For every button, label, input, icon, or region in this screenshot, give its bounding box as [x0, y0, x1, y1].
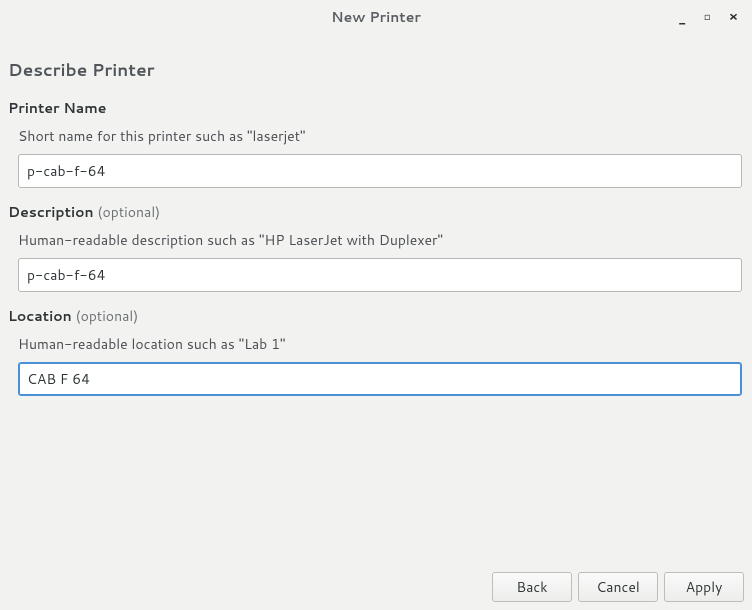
back-button[interactable]: Back [492, 572, 572, 602]
apply-button[interactable]: Apply [664, 572, 744, 602]
description-input[interactable] [18, 258, 742, 292]
printer-name-hint: Short name for this printer such as "las… [18, 126, 744, 146]
cancel-button[interactable]: Cancel [578, 572, 658, 602]
content-area: Describe Printer Printer Name Short name… [0, 34, 752, 564]
location-block: Location (optional) Human-readable locat… [8, 306, 744, 396]
description-block: Description (optional) Human-readable de… [8, 202, 744, 292]
page-title: Describe Printer [8, 58, 744, 82]
close-icon[interactable]: × [729, 11, 738, 24]
location-optional: (optional) [76, 306, 139, 326]
location-input[interactable] [18, 362, 742, 396]
printer-name-block: Printer Name Short name for this printer… [8, 98, 744, 188]
footer: Back Cancel Apply [0, 564, 752, 610]
location-hint: Human-readable location such as "Lab 1" [18, 334, 744, 354]
printer-name-label: Printer Name [8, 98, 744, 118]
description-label: Description (optional) [8, 202, 744, 222]
location-label-text: Location [8, 306, 72, 326]
printer-name-input[interactable] [18, 154, 742, 188]
minimize-icon[interactable]: _ [679, 14, 686, 27]
maximize-icon[interactable]: ▫ [704, 12, 711, 22]
description-label-text: Description [8, 202, 94, 222]
titlebar: New Printer _ ▫ × [0, 0, 752, 34]
window-title: New Printer [0, 7, 752, 27]
window-controls: _ ▫ × [679, 11, 742, 24]
description-optional: (optional) [97, 202, 160, 222]
description-hint: Human-readable description such as "HP L… [18, 230, 744, 250]
location-label: Location (optional) [8, 306, 744, 326]
